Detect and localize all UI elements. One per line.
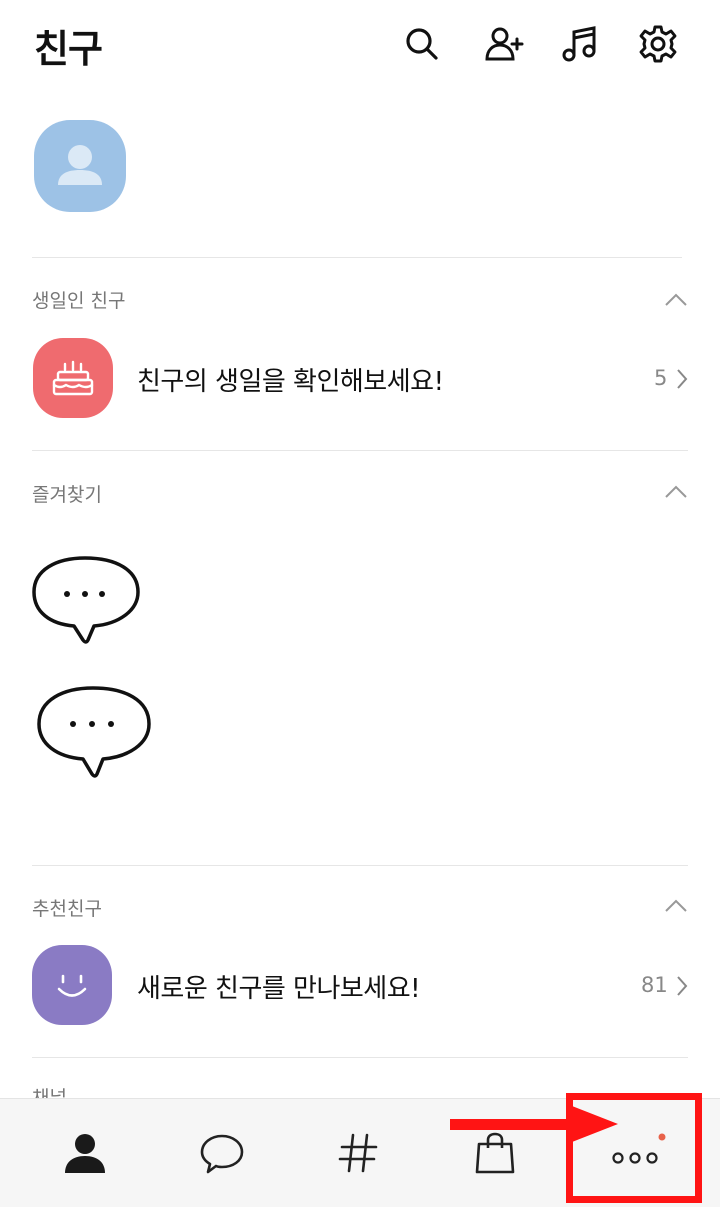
my-profile-avatar[interactable] — [34, 120, 126, 212]
divider — [32, 1057, 688, 1058]
divider — [32, 257, 682, 258]
divider — [32, 450, 688, 451]
recommended-tile[interactable] — [32, 945, 112, 1025]
chats-tab[interactable] — [192, 1125, 252, 1181]
friends-tab[interactable] — [55, 1125, 115, 1181]
person-icon — [58, 145, 102, 185]
chat-bubble-icon — [200, 1134, 244, 1174]
hashtag-icon — [338, 1133, 378, 1173]
chevron-up-icon[interactable] — [662, 896, 690, 916]
birthday-row-text[interactable]: 친구의 생일을 확인해보세요! — [137, 361, 444, 398]
chevron-up-icon[interactable] — [662, 290, 690, 310]
divider — [32, 865, 688, 866]
cake-icon — [52, 360, 94, 396]
section-label-recommended: 추천친구 — [32, 898, 102, 920]
music-button[interactable] — [556, 20, 604, 68]
chevron-right-icon[interactable] — [675, 974, 689, 998]
search-icon — [406, 28, 438, 60]
recommended-count: 81 — [641, 973, 668, 997]
person-icon — [65, 1134, 105, 1173]
annotation-arrow-icon — [450, 1106, 618, 1142]
favorite-friend-avatar[interactable] — [35, 684, 153, 780]
music-icon — [562, 26, 596, 62]
section-label-favorites: 즐겨찾기 — [32, 484, 102, 506]
add-friend-icon — [485, 27, 524, 61]
birthday-count: 5 — [654, 366, 668, 390]
section-label-birthday: 생일인 친구 — [32, 290, 126, 312]
favorite-friend-avatar[interactable] — [30, 554, 142, 646]
smile-icon — [57, 974, 87, 997]
settings-icon — [639, 25, 677, 63]
header: 친구 — [0, 0, 720, 90]
search-button[interactable] — [398, 20, 446, 68]
page-title: 친구 — [34, 27, 103, 71]
chevron-right-icon[interactable] — [675, 367, 689, 391]
birthday-tile[interactable] — [33, 338, 113, 418]
add-friend-button[interactable] — [480, 20, 528, 68]
recommended-row-text[interactable]: 새로운 친구를 만나보세요! — [137, 968, 421, 1005]
section-label-channel: 채널 — [32, 1087, 67, 1098]
settings-button[interactable] — [634, 20, 682, 68]
open-chat-tab[interactable] — [328, 1125, 388, 1181]
chevron-up-icon[interactable] — [662, 482, 690, 502]
